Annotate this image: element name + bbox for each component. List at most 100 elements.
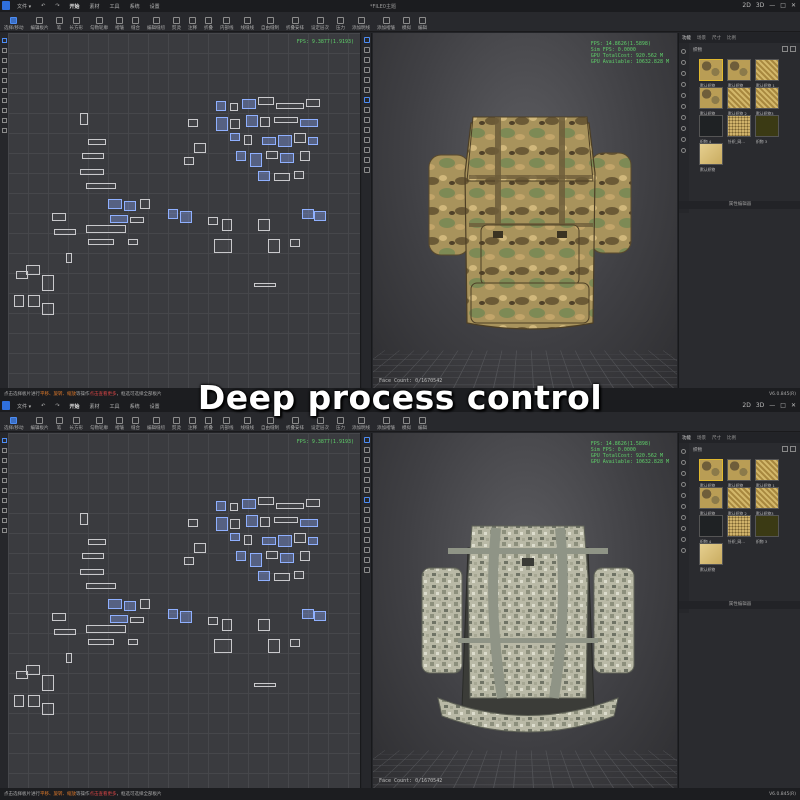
tool-edit-sewing[interactable]: 编辑缝纫 <box>147 417 165 431</box>
menu-system[interactable]: 系统 <box>125 3 145 10</box>
fabric-swatch[interactable]: 默认织物 <box>699 487 723 509</box>
fabric-swatch[interactable]: 默认织物 <box>727 59 751 81</box>
pattern-piece[interactable] <box>54 629 76 635</box>
tab-function[interactable]: 功能 <box>682 35 691 41</box>
pattern-piece[interactable] <box>268 239 280 253</box>
pattern-piece[interactable] <box>262 537 276 545</box>
fabric-icon[interactable] <box>681 60 686 65</box>
view-mesh-icon[interactable] <box>364 497 370 503</box>
pattern-piece[interactable] <box>52 213 66 221</box>
tool-outline[interactable]: 勾勒轮廓 <box>90 417 108 431</box>
view-reset-icon[interactable] <box>364 557 370 563</box>
pattern-piece[interactable] <box>86 183 116 189</box>
avatar-icon[interactable] <box>681 526 686 531</box>
menu-tools[interactable]: 工具 <box>105 3 125 10</box>
lasso-tool-icon[interactable] <box>2 448 7 453</box>
pattern-piece[interactable] <box>86 625 126 633</box>
tool-pressure[interactable]: 压力 <box>336 417 345 431</box>
tool-internal-line[interactable]: 内部线 <box>220 417 234 431</box>
pattern-piece[interactable] <box>42 303 54 315</box>
library-icon[interactable] <box>681 49 686 54</box>
garment-3d-view[interactable]: FPS: 14.8626(1.5898) Sim FPS: 0.0000 GPU… <box>373 33 677 388</box>
close-button[interactable]: ✕ <box>791 2 796 9</box>
brush-tool-icon[interactable] <box>2 108 7 113</box>
pattern-piece[interactable] <box>230 103 238 111</box>
pattern-piece[interactable] <box>280 153 294 163</box>
pattern-piece[interactable] <box>110 215 128 223</box>
pattern-piece[interactable] <box>168 209 178 219</box>
pattern-piece[interactable] <box>42 275 54 291</box>
pattern-piece[interactable] <box>86 583 116 589</box>
tool-annotate[interactable]: 注释 <box>188 417 197 431</box>
pattern-piece[interactable] <box>180 611 192 623</box>
menu-file[interactable]: 文件 ▾ <box>12 3 36 10</box>
fabric-swatch[interactable]: 默认织物 <box>699 87 723 109</box>
scene-icon[interactable] <box>681 548 686 553</box>
pattern-piece[interactable] <box>80 569 104 575</box>
tool-add-pleat[interactable]: 添加褶皱 <box>377 417 395 431</box>
pattern-piece[interactable] <box>294 133 306 143</box>
view-pins-icon[interactable] <box>364 87 370 93</box>
pattern-piece[interactable] <box>242 99 256 109</box>
pattern-piece[interactable] <box>124 201 136 211</box>
pattern-piece[interactable] <box>250 553 262 567</box>
pattern-piece[interactable] <box>268 639 280 653</box>
select-tool-icon[interactable] <box>2 38 7 43</box>
pattern-piece[interactable] <box>258 97 274 105</box>
pattern-piece[interactable] <box>188 119 198 127</box>
select-tool-icon[interactable] <box>2 438 7 443</box>
tool-seam-line[interactable]: 线缝线 <box>241 417 255 431</box>
pattern-piece[interactable] <box>180 211 192 223</box>
pattern-piece[interactable] <box>230 519 240 529</box>
tool-pleat[interactable]: 褶皱 <box>115 17 124 31</box>
pattern-piece[interactable] <box>262 137 276 145</box>
pattern-piece[interactable] <box>130 217 144 223</box>
fabric-swatch[interactable]: 默认织物 2 <box>727 487 751 509</box>
pattern-piece[interactable] <box>244 135 252 145</box>
pattern-piece[interactable] <box>230 503 238 511</box>
fabric-swatch[interactable]: 织物 3 <box>755 515 779 537</box>
avatar-icon[interactable] <box>681 126 686 131</box>
menu-material[interactable]: 素材 <box>85 3 105 10</box>
tool-sew[interactable]: 缝合 <box>131 17 140 31</box>
pattern-piece[interactable] <box>208 617 218 625</box>
pattern-piece[interactable] <box>216 117 228 131</box>
pattern-piece[interactable] <box>80 169 104 175</box>
pattern-piece[interactable] <box>80 513 88 525</box>
view-camera-icon[interactable] <box>364 527 370 533</box>
fabric-swatch[interactable]: 默认织物 <box>699 59 723 81</box>
view-strain-icon[interactable] <box>364 507 370 513</box>
zipper-icon[interactable] <box>681 82 686 87</box>
view-garment-icon[interactable] <box>364 57 370 63</box>
pattern-piece[interactable] <box>124 601 136 611</box>
view-light-icon[interactable] <box>364 117 370 123</box>
view-grid-icon[interactable] <box>364 147 370 153</box>
tool-pressure[interactable]: 压力 <box>336 17 345 31</box>
pattern-piece[interactable] <box>294 171 304 179</box>
fabric-swatch[interactable]: 默认织物 <box>699 143 723 165</box>
pattern-piece[interactable] <box>302 209 314 219</box>
pattern-piece[interactable] <box>140 599 150 609</box>
pattern-piece[interactable] <box>216 501 226 511</box>
pattern-piece[interactable] <box>26 665 40 675</box>
fabric-swatch[interactable]: 默认织物 <box>727 459 751 481</box>
view-garment-icon[interactable] <box>364 457 370 463</box>
pattern-piece[interactable] <box>266 151 278 159</box>
trim-icon[interactable] <box>681 115 686 120</box>
pattern-piece[interactable] <box>258 171 270 181</box>
pattern-piece[interactable] <box>88 139 106 145</box>
tool-edit-pattern[interactable]: 编辑板片 <box>31 417 49 431</box>
view-camera-icon[interactable] <box>364 127 370 133</box>
pattern-piece[interactable] <box>42 703 54 715</box>
pattern-piece[interactable] <box>254 683 276 687</box>
fabric-swatch[interactable]: 默认织物 <box>699 543 723 565</box>
trim-icon[interactable] <box>681 515 686 520</box>
pattern-piece[interactable] <box>88 539 106 545</box>
pattern-piece[interactable] <box>290 239 300 247</box>
pattern-piece[interactable] <box>294 571 304 579</box>
tool-edit[interactable]: 编辑 <box>418 417 427 431</box>
pattern-piece[interactable] <box>300 519 318 527</box>
fabric-menu-icon[interactable] <box>790 446 796 452</box>
render-mode-icon[interactable] <box>364 437 370 443</box>
fabric-swatch[interactable]: 默认织物 <box>699 459 723 481</box>
